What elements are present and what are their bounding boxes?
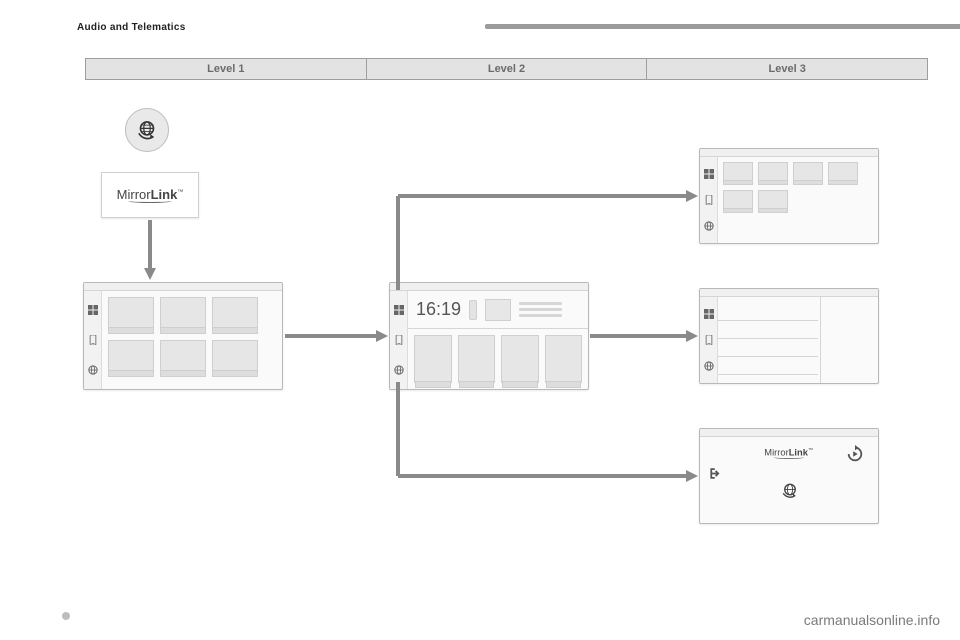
phone-icon: [704, 195, 714, 205]
app-tile: [212, 340, 258, 374]
watermark-text: carmanualsonline.info: [804, 612, 940, 628]
globe-icon: [88, 365, 98, 375]
mirrorlink-logo-text: MirrorLink™: [117, 187, 184, 202]
shortcut-tile: [414, 335, 452, 383]
app-tile-grid: [102, 291, 282, 383]
globe-icon: [704, 221, 714, 231]
info-lines: [519, 302, 580, 317]
app-tile: [160, 297, 206, 331]
header-divider-bar: [485, 24, 960, 29]
level2-sidebar: [390, 291, 408, 389]
level1-body: [102, 291, 282, 389]
list-item: [718, 321, 818, 339]
level-3-header: Level 3: [647, 58, 928, 80]
phone-icon: [394, 335, 404, 345]
globe-icon: [704, 361, 714, 371]
section-title: Audio and Telematics: [77, 22, 186, 33]
level3-mirrorlink-screen: MirrorLink™: [699, 428, 879, 524]
shortcut-tile: [545, 335, 583, 383]
shortcut-tile: [458, 335, 496, 383]
level-2-header: Level 2: [367, 58, 648, 80]
level3-list-screen: [699, 288, 879, 384]
phone-icon: [88, 335, 98, 345]
grid-icon: [88, 305, 98, 315]
exit-icon: [706, 467, 720, 486]
mirrorlink-card: MirrorLink™: [101, 172, 199, 218]
globe-arrow-icon: [778, 479, 802, 508]
play-refresh-icon: [846, 445, 864, 468]
app-tile: [108, 340, 154, 374]
clock-time: 16:19: [416, 299, 461, 320]
app-tile: [160, 340, 206, 374]
page-indicator-dot: [62, 612, 70, 620]
list-item: [718, 303, 818, 321]
list-item: [718, 339, 818, 357]
level2-header-area: 16:19: [408, 291, 588, 329]
thumbnail-box: [485, 299, 511, 321]
grid-icon: [704, 169, 714, 179]
manual-page: Audio and Telematics Level 1 Level 2 Lev…: [0, 0, 960, 640]
mirrorlink-logo-small: MirrorLink™: [764, 448, 813, 459]
level2-bottom-row: [408, 329, 588, 389]
globe-icon: [394, 365, 404, 375]
grid-icon: [394, 305, 404, 315]
level2-screen: 16:19: [389, 282, 589, 390]
level1-screen: [83, 282, 283, 390]
level-header-row: Level 1 Level 2 Level 3: [85, 58, 928, 80]
phone-icon: [704, 335, 714, 345]
app-tile: [108, 297, 154, 331]
app-tile: [212, 297, 258, 331]
level1-sidebar: [84, 291, 102, 389]
list-item: [718, 357, 818, 375]
level3-apps-screen: [699, 148, 879, 244]
shortcut-tile: [501, 335, 539, 383]
status-chip: [469, 300, 477, 320]
level-1-header: Level 1: [85, 58, 367, 80]
connected-services-icon: [125, 108, 169, 152]
grid-icon: [704, 309, 714, 319]
globe-arrow-icon: [134, 117, 160, 143]
